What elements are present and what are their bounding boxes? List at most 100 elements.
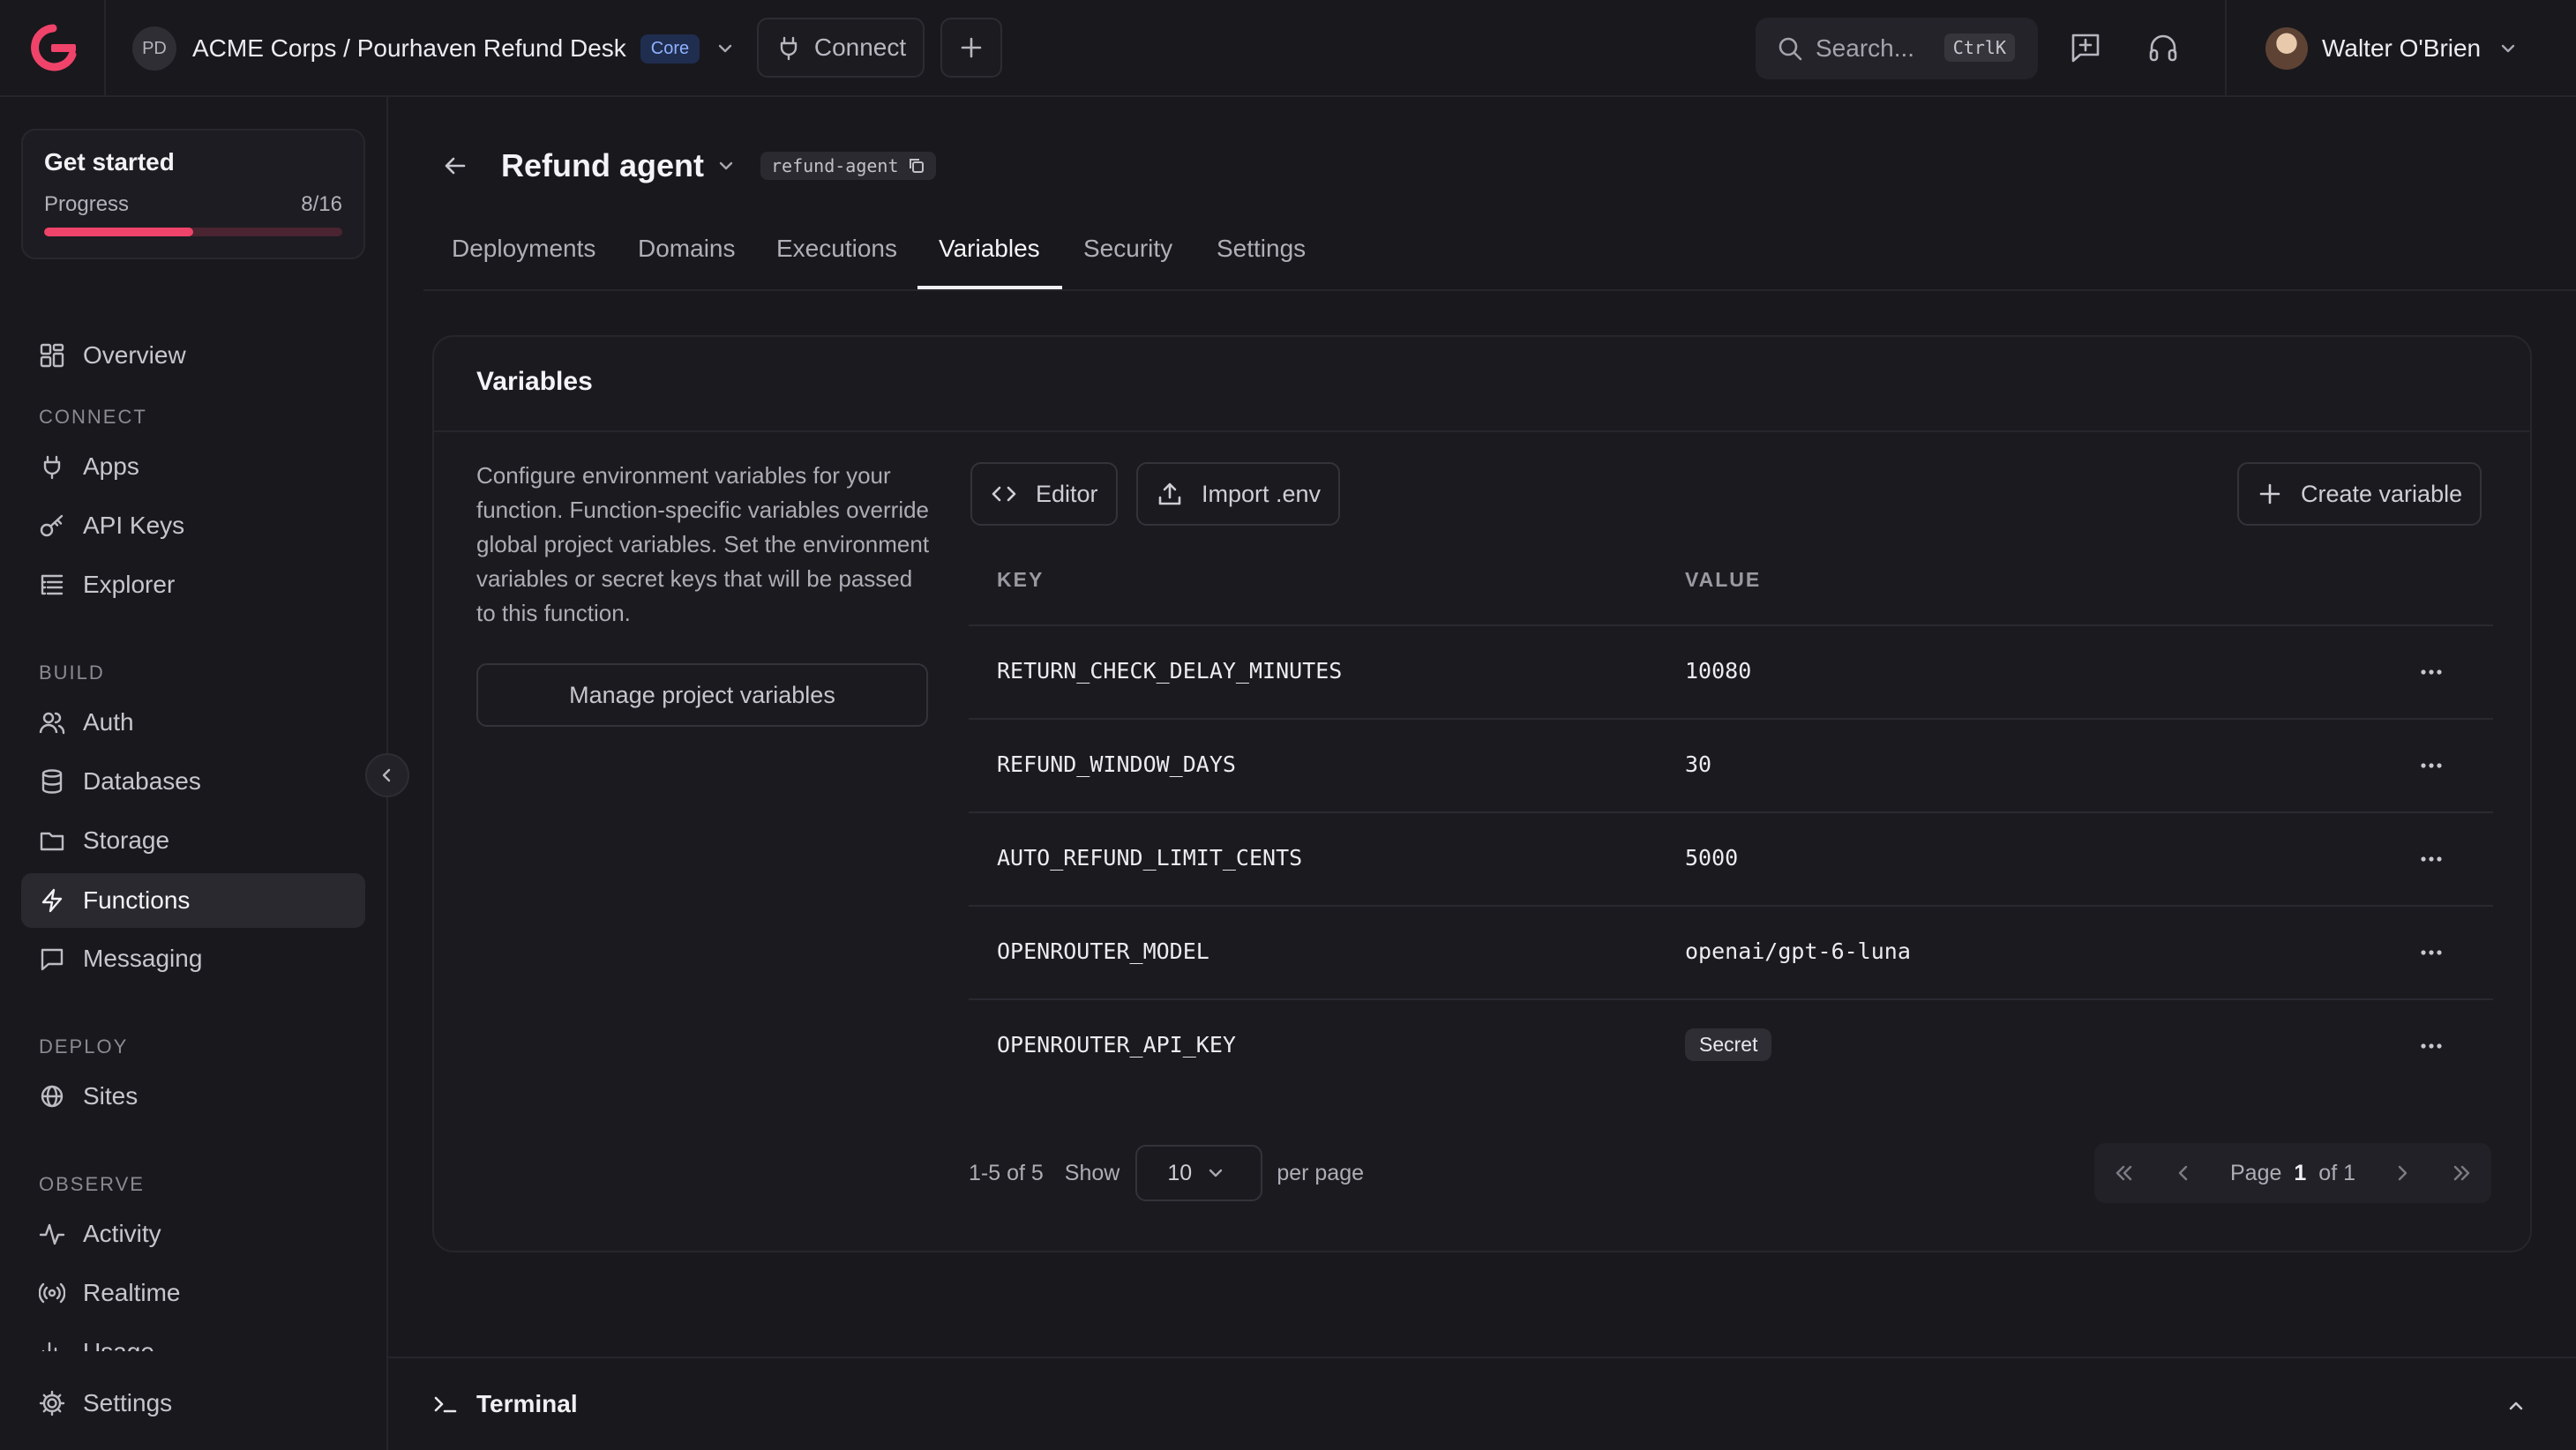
sidebar: Get started Progress 8/16 Overview CONNE… (0, 97, 388, 1450)
sidebar-item-realtime[interactable]: Realtime (21, 1266, 365, 1320)
sidebar-item-label: Usage (83, 1338, 154, 1351)
table-row[interactable]: RETURN_CHECK_DELAY_MINUTES 10080 (969, 626, 2493, 720)
sidebar-item-auth[interactable]: Auth (21, 695, 365, 750)
sidebar-item-storage[interactable]: Storage (21, 813, 365, 868)
more-options-icon[interactable] (2417, 1037, 2445, 1055)
sidebar-item-explorer[interactable]: Explorer (21, 557, 365, 612)
sidebar-item-label: Functions (83, 886, 191, 914)
more-options-icon[interactable] (2417, 850, 2445, 868)
table-row[interactable]: OPENROUTER_MODEL openai/gpt-6-luna (969, 907, 2493, 1000)
per-page-select[interactable]: 10 (1135, 1145, 1263, 1201)
top-bar: PD ACME Corps / Pourhaven Refund Desk Co… (0, 0, 2576, 97)
sidebar-item-settings[interactable]: Settings (21, 1376, 365, 1431)
back-arrow-icon[interactable] (441, 152, 469, 180)
dashboard-icon (40, 343, 64, 368)
create-variable-button[interactable]: Create variable (2237, 462, 2482, 526)
connect-label: Connect (813, 34, 907, 61)
project-switcher[interactable]: PD ACME Corps / Pourhaven Refund Desk Co… (132, 26, 735, 71)
collapse-sidebar-button[interactable] (365, 753, 409, 797)
sidebar-item-label: Overview (83, 341, 186, 369)
feedback-icon[interactable] (2068, 30, 2103, 65)
search-placeholder: Search... (1816, 34, 1915, 62)
plan-badge: Core (640, 34, 700, 64)
progress-bar (44, 228, 342, 236)
sidebar-item-usage[interactable]: Usage (21, 1325, 365, 1351)
variables-table: KEY VALUE RETURN_CHECK_DELAY_MINUTES 100… (969, 549, 2493, 1094)
user-menu[interactable]: Walter O'Brien (2265, 26, 2518, 71)
plug-icon (780, 36, 798, 61)
per-page-label: per page (1277, 1160, 1365, 1185)
app-logo-icon[interactable] (26, 23, 79, 72)
get-started-card[interactable]: Get started Progress 8/16 (21, 129, 365, 259)
sidebar-item-label: Messaging (83, 945, 203, 972)
tab-deployments[interactable]: Deployments (452, 235, 595, 263)
sidebar-item-overview[interactable]: Overview (21, 328, 365, 383)
connect-button[interactable]: Connect (757, 18, 925, 78)
sidebar-item-activity[interactable]: Activity (21, 1207, 365, 1261)
tab-executions[interactable]: Executions (776, 235, 897, 263)
users-icon (39, 712, 65, 735)
variables-card: Variables Configure environment variable… (432, 335, 2532, 1252)
column-header-value: VALUE (1685, 568, 1762, 591)
page-label: Page (2230, 1160, 2282, 1185)
import-env-button[interactable]: Import .env (1136, 462, 1341, 526)
table-row[interactable]: OPENROUTER_API_KEY Secret (969, 1000, 2493, 1094)
sidebar-item-functions[interactable]: Functions (21, 873, 365, 928)
search-shortcut: CtrlK (1943, 34, 2015, 62)
function-id-badge[interactable]: refund-agent (760, 152, 936, 180)
project-avatar: PD (132, 26, 176, 71)
tab-security[interactable]: Security (1083, 235, 1172, 263)
more-options-icon[interactable] (2417, 663, 2445, 681)
list-tree-icon (41, 574, 64, 595)
table-row[interactable]: REFUND_WINDOW_DAYS 30 (969, 720, 2493, 813)
sidebar-scroll-clip: Usage (0, 1323, 386, 1351)
chevron-down-icon[interactable] (716, 156, 736, 176)
sidebar-item-databases[interactable]: Databases (21, 754, 365, 809)
search-box[interactable]: Search... CtrlK (1756, 18, 2038, 79)
sidebar-item-label: Databases (83, 767, 201, 795)
sidebar-item-label: Apps (83, 452, 139, 480)
divider (104, 0, 106, 97)
sidebar-section-observe: OBSERVE (39, 1173, 145, 1195)
chevron-down-icon (1209, 1169, 1223, 1177)
variable-key: OPENROUTER_API_KEY (997, 1032, 1236, 1058)
more-options-icon[interactable] (2417, 757, 2445, 774)
sidebar-item-messaging[interactable]: Messaging (21, 931, 365, 986)
chevron-up-icon[interactable] (2505, 1395, 2527, 1416)
variable-value: 30 (1685, 751, 1712, 777)
tab-bar: Deployments Domains Executions Variables… (423, 220, 2576, 291)
copy-icon[interactable] (908, 157, 925, 175)
sidebar-item-api-keys[interactable]: API Keys (21, 498, 365, 553)
sidebar-item-label: Storage (83, 826, 170, 854)
chevron-right-icon[interactable] (2390, 1161, 2415, 1185)
chevron-left-icon[interactable] (2171, 1161, 2196, 1185)
editor-button[interactable]: Editor (970, 462, 1118, 526)
chevron-down-icon (718, 44, 732, 53)
create-variable-label: Create variable (2301, 480, 2463, 507)
column-header-key: KEY (997, 568, 1045, 591)
tab-variables[interactable]: Variables (939, 235, 1040, 263)
sidebar-item-label: API Keys (83, 512, 185, 539)
manage-project-variables-button[interactable]: Manage project variables (476, 663, 928, 727)
sidebar-item-apps[interactable]: Apps (21, 439, 365, 494)
tab-settings[interactable]: Settings (1217, 235, 1306, 263)
add-button[interactable] (940, 18, 1002, 78)
variable-value: openai/gpt-6-luna (1685, 938, 1911, 964)
page-indicator: Page 1 of 1 (2230, 1161, 2355, 1186)
page-title[interactable]: Refund agent (501, 147, 704, 184)
chevrons-right-icon[interactable] (2449, 1161, 2474, 1185)
sidebar-item-label: Activity (83, 1220, 161, 1247)
more-options-icon[interactable] (2417, 944, 2445, 961)
sidebar-item-label: Auth (83, 708, 134, 736)
table-row[interactable]: AUTO_REFUND_LIMIT_CENTS 5000 (969, 813, 2493, 907)
tab-domains[interactable]: Domains (638, 235, 735, 263)
variable-key: REFUND_WINDOW_DAYS (997, 751, 1236, 777)
chevrons-left-icon[interactable] (2112, 1161, 2137, 1185)
headset-icon[interactable] (2145, 30, 2181, 65)
plus-icon (961, 37, 982, 58)
terminal-panel[interactable]: Terminal (388, 1357, 2576, 1450)
sidebar-item-sites[interactable]: Sites (21, 1069, 365, 1124)
sidebar-section-connect: CONNECT (39, 406, 147, 428)
editor-label: Editor (1036, 480, 1098, 507)
terminal-icon (434, 1396, 457, 1413)
